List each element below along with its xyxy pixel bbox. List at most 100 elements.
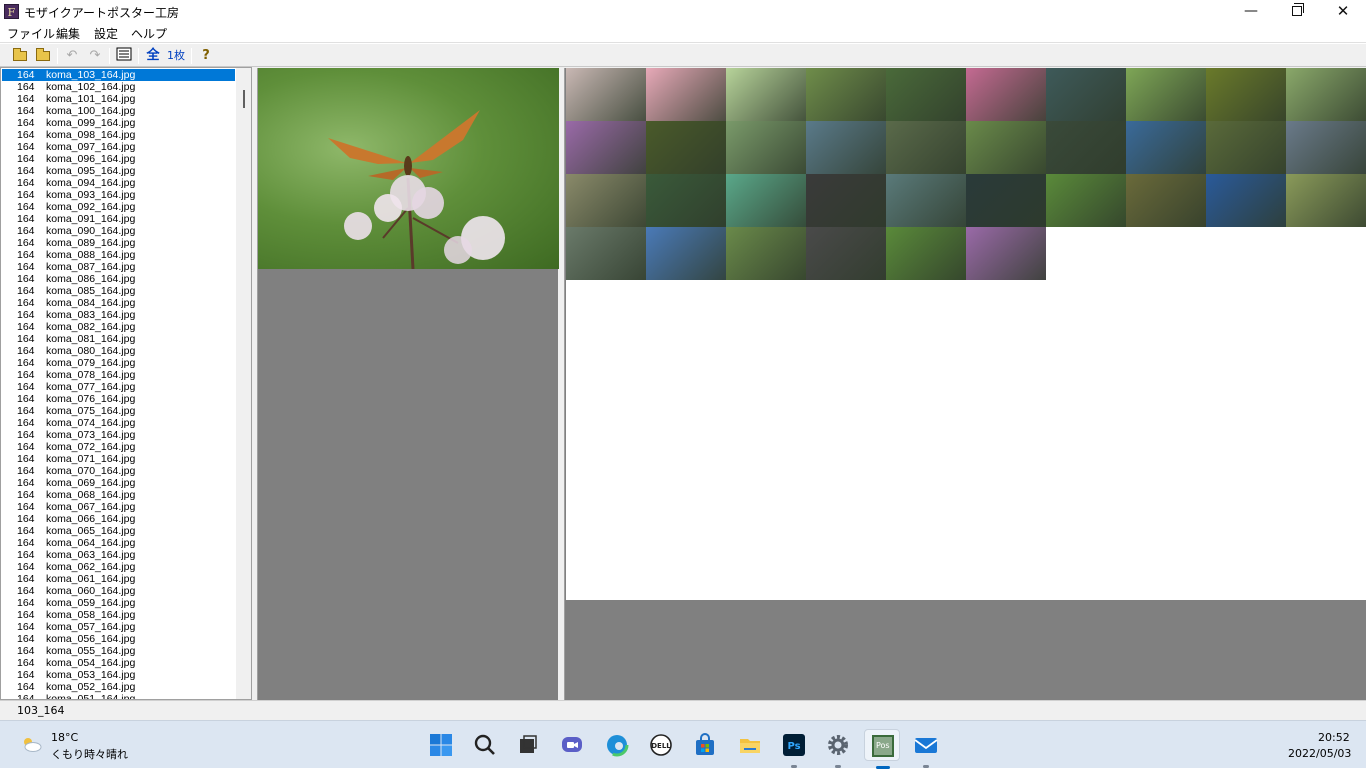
clock-time[interactable]: 20:52 — [1318, 731, 1350, 744]
file-list-item[interactable]: 164 koma_098_164.jpg — [2, 129, 235, 141]
file-list-item[interactable]: 164 koma_062_164.jpg — [2, 561, 235, 573]
file-list-item[interactable]: 164 koma_077_164.jpg — [2, 381, 235, 393]
mosaic-tile[interactable] — [966, 68, 1046, 121]
select-all-button[interactable]: 全 — [144, 47, 162, 64]
mosaic-tile[interactable] — [1126, 121, 1206, 174]
mosaic-tile[interactable] — [726, 121, 806, 174]
file-list-item[interactable]: 164 koma_099_164.jpg — [2, 117, 235, 129]
search-button[interactable] — [469, 729, 501, 761]
app-icon[interactable]: F — [4, 4, 19, 19]
mosaic-tile[interactable] — [1206, 121, 1286, 174]
help-button[interactable]: ? — [197, 47, 215, 64]
scrollbar-thumb[interactable] — [243, 90, 245, 108]
mosaic-tile[interactable] — [726, 227, 806, 280]
edge-browser-button[interactable] — [601, 729, 633, 761]
mosaic-tile[interactable] — [1206, 68, 1286, 121]
mosaic-tile[interactable] — [1126, 174, 1206, 227]
mosaic-poster-app-button[interactable]: Pos — [864, 729, 900, 769]
file-list-item[interactable]: 164 koma_053_164.jpg — [2, 669, 235, 681]
single-sheet-button[interactable]: 1枚 — [165, 47, 187, 64]
file-list-scrollbar[interactable] — [236, 68, 251, 699]
file-list-item[interactable]: 164 koma_063_164.jpg — [2, 549, 235, 561]
mosaic-tile[interactable] — [646, 121, 726, 174]
list-view-button[interactable] — [115, 47, 133, 64]
file-list-item[interactable]: 164 koma_060_164.jpg — [2, 585, 235, 597]
minimize-button[interactable]: — — [1228, 0, 1274, 24]
file-list-item[interactable]: 164 koma_064_164.jpg — [2, 537, 235, 549]
maximize-button[interactable] — [1274, 0, 1320, 24]
file-list-item[interactable]: 164 koma_076_164.jpg — [2, 393, 235, 405]
file-list-item[interactable]: 164 koma_061_164.jpg — [2, 573, 235, 585]
file-list-item[interactable]: 164 koma_089_164.jpg — [2, 237, 235, 249]
file-list-item[interactable]: 164 koma_051_164.jpg — [2, 693, 235, 699]
mosaic-tile[interactable] — [646, 174, 726, 227]
mosaic-tile[interactable] — [566, 68, 646, 121]
mosaic-tile[interactable] — [806, 68, 886, 121]
file-list-item[interactable]: 164 koma_070_164.jpg — [2, 465, 235, 477]
file-list-item[interactable]: 164 koma_069_164.jpg — [2, 477, 235, 489]
mosaic-tile[interactable] — [806, 174, 886, 227]
menu-settings[interactable]: 設定 — [94, 25, 118, 42]
store-button[interactable] — [689, 729, 721, 761]
mosaic-tile[interactable] — [646, 227, 726, 280]
file-list-item[interactable]: 164 koma_103_164.jpg — [2, 69, 235, 81]
file-list[interactable]: 164 koma_103_164.jpg 164 koma_102_164.jpg 16… — [0, 67, 252, 700]
open-folder-button[interactable] — [11, 47, 29, 64]
mosaic-tile[interactable] — [646, 68, 726, 121]
new-folder-button[interactable] — [34, 47, 52, 64]
undo-button[interactable]: ↶ — [63, 47, 81, 64]
mosaic-tile[interactable] — [726, 68, 806, 121]
file-list-item[interactable]: 164 koma_079_164.jpg — [2, 357, 235, 369]
file-list-item[interactable]: 164 koma_082_164.jpg — [2, 321, 235, 333]
file-list-item[interactable]: 164 koma_088_164.jpg — [2, 249, 235, 261]
close-button[interactable]: ✕ — [1320, 0, 1366, 24]
mosaic-canvas[interactable] — [566, 68, 1366, 600]
mosaic-tile[interactable] — [1046, 174, 1126, 227]
mosaic-tile[interactable] — [1286, 68, 1366, 121]
file-list-item[interactable]: 164 koma_065_164.jpg — [2, 525, 235, 537]
file-list-item[interactable]: 164 koma_078_164.jpg — [2, 369, 235, 381]
weather-description[interactable]: くもり時々晴れ — [51, 746, 128, 762]
task-view-button[interactable] — [512, 729, 544, 761]
file-explorer-button[interactable] — [734, 729, 766, 761]
mail-button[interactable] — [910, 729, 942, 768]
file-list-item[interactable]: 164 koma_083_164.jpg — [2, 309, 235, 321]
file-list-item[interactable]: 164 koma_072_164.jpg — [2, 441, 235, 453]
file-list-item[interactable]: 164 koma_090_164.jpg — [2, 225, 235, 237]
file-list-item[interactable]: 164 koma_075_164.jpg — [2, 405, 235, 417]
file-list-item[interactable]: 164 koma_055_164.jpg — [2, 645, 235, 657]
chat-button[interactable] — [556, 729, 588, 761]
clock-date[interactable]: 2022/05/03 — [1288, 747, 1351, 760]
file-list-item[interactable]: 164 koma_102_164.jpg — [2, 81, 235, 93]
mosaic-tile[interactable] — [886, 68, 966, 121]
file-list-item[interactable]: 164 koma_085_164.jpg — [2, 285, 235, 297]
dell-app-button[interactable]: DELL — [645, 729, 677, 761]
file-list-item[interactable]: 164 koma_081_164.jpg — [2, 333, 235, 345]
file-list-item[interactable]: 164 koma_084_164.jpg — [2, 297, 235, 309]
file-list-item[interactable]: 164 koma_071_164.jpg — [2, 453, 235, 465]
file-list-item[interactable]: 164 koma_080_164.jpg — [2, 345, 235, 357]
file-list-item[interactable]: 164 koma_101_164.jpg — [2, 93, 235, 105]
mosaic-tile[interactable] — [806, 121, 886, 174]
file-list-item[interactable]: 164 koma_091_164.jpg — [2, 213, 235, 225]
settings-button[interactable] — [822, 729, 854, 768]
file-list-item[interactable]: 164 koma_054_164.jpg — [2, 657, 235, 669]
file-list-item[interactable]: 164 koma_094_164.jpg — [2, 177, 235, 189]
file-list-item[interactable]: 164 koma_066_164.jpg — [2, 513, 235, 525]
file-list-item[interactable]: 164 koma_086_164.jpg — [2, 273, 235, 285]
file-list-item[interactable]: 164 koma_052_164.jpg — [2, 681, 235, 693]
file-list-item[interactable]: 164 koma_096_164.jpg — [2, 153, 235, 165]
file-list-item[interactable]: 164 koma_100_164.jpg — [2, 105, 235, 117]
mosaic-tile[interactable] — [566, 174, 646, 227]
start-button[interactable] — [425, 729, 457, 761]
file-list-item[interactable]: 164 koma_087_164.jpg — [2, 261, 235, 273]
mosaic-tile[interactable] — [966, 174, 1046, 227]
file-list-item[interactable]: 164 koma_058_164.jpg — [2, 609, 235, 621]
file-list-item[interactable]: 164 koma_073_164.jpg — [2, 429, 235, 441]
mosaic-tile[interactable] — [1046, 68, 1126, 121]
menu-file[interactable]: ファイル — [7, 25, 55, 42]
file-list-item[interactable]: 164 koma_059_164.jpg — [2, 597, 235, 609]
mosaic-tile[interactable] — [966, 227, 1046, 280]
mosaic-tile[interactable] — [1206, 174, 1286, 227]
mosaic-tile[interactable] — [566, 121, 646, 174]
